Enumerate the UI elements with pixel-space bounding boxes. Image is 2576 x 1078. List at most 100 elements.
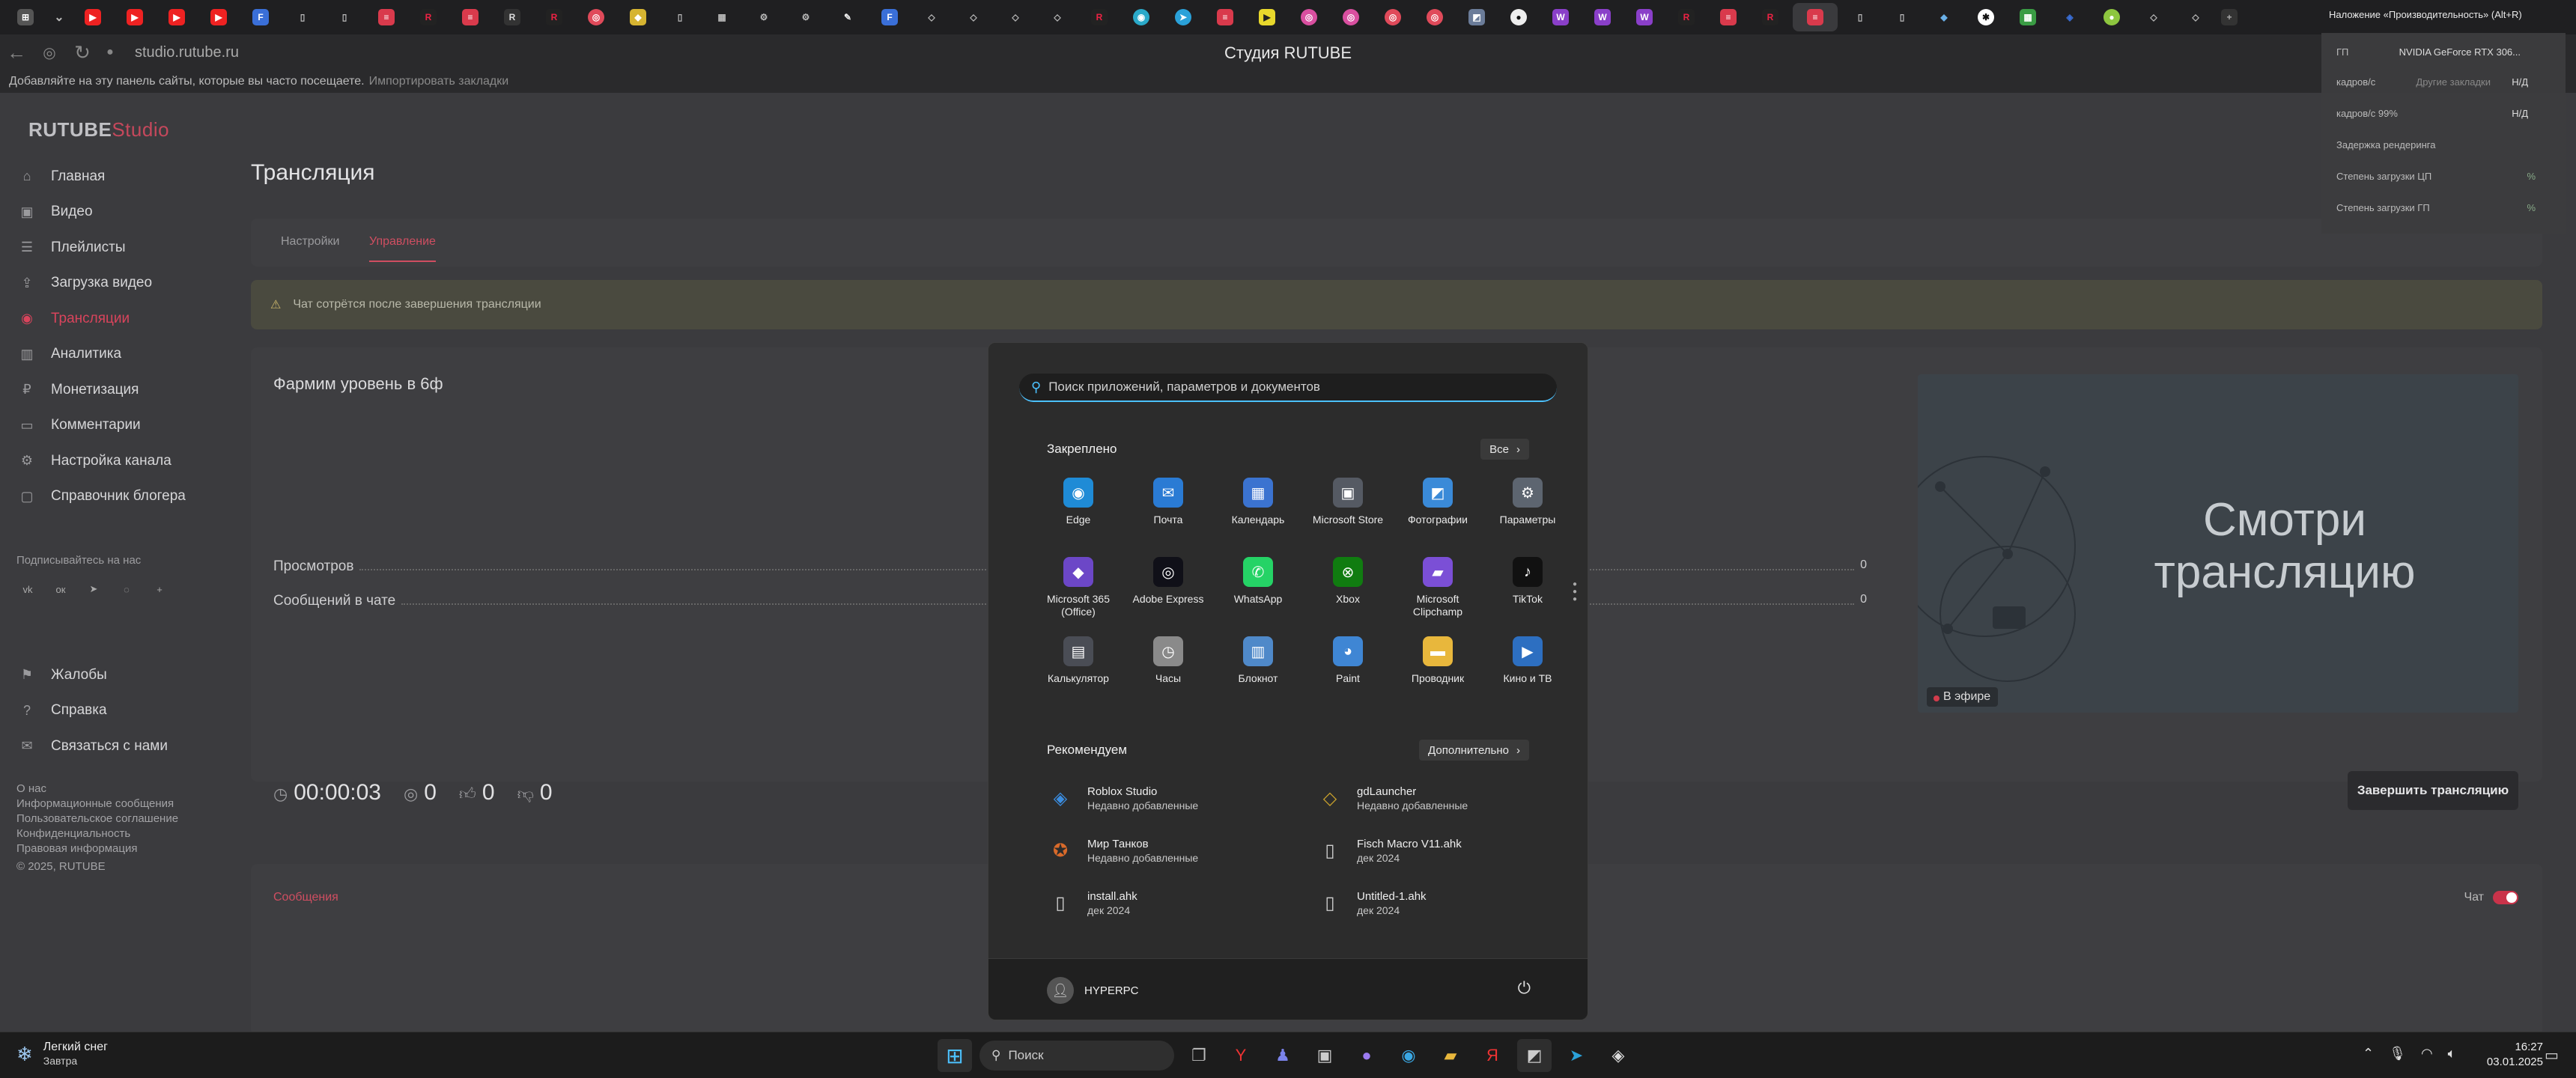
- sidebar-item-help[interactable]: ? Справка: [16, 693, 168, 729]
- edge-icon[interactable]: ◉: [1391, 1039, 1426, 1072]
- viber-icon[interactable]: ◌: [115, 578, 138, 600]
- pinned-app[interactable]: ▶ Кино и ТВ: [1483, 636, 1573, 699]
- taskbar-search[interactable]: ⚲ Поиск: [979, 1041, 1174, 1071]
- pinned-app[interactable]: ◎ Adobe Express: [1123, 557, 1213, 620]
- tab-site[interactable]: R: [1751, 3, 1790, 31]
- tab-page[interactable]: ▯: [1883, 3, 1922, 31]
- pinned-app[interactable]: ▣ Microsoft Store: [1303, 478, 1393, 540]
- tab-site[interactable]: ⚙: [786, 3, 825, 31]
- recommended-item[interactable]: ▯ Untitled-1.ahk дек 2024: [1315, 885, 1555, 921]
- tab-site[interactable]: ⚙: [744, 3, 783, 31]
- new-tab-button[interactable]: +: [2218, 3, 2241, 31]
- tab-site[interactable]: R: [493, 3, 532, 31]
- pinned-app[interactable]: ▰ Microsoft Clipchamp: [1393, 557, 1483, 620]
- clock[interactable]: 16:27 03.01.2025: [2476, 1040, 2543, 1070]
- start-search-input[interactable]: [1048, 380, 1528, 395]
- footer-link[interactable]: Правовая информация: [16, 841, 178, 856]
- recommended-item[interactable]: ◈ Roblox Studio Недавно добавленные: [1045, 780, 1315, 816]
- tab-site[interactable]: F: [870, 3, 909, 31]
- vk-icon[interactable]: vk: [16, 578, 39, 600]
- pinned-app[interactable]: ⚙ Параметры: [1483, 478, 1573, 540]
- end-stream-button[interactable]: Завершить трансляцию: [2348, 771, 2518, 810]
- tab-roblox[interactable]: ◇: [912, 3, 951, 31]
- workspace-button[interactable]: ⊞: [6, 3, 45, 31]
- tab-rutube[interactable]: ≡: [451, 3, 490, 31]
- reload-icon[interactable]: ↻: [66, 37, 99, 67]
- footer-link[interactable]: Информационные сообщения: [16, 797, 178, 811]
- sidebar-item-upload[interactable]: ⇪ Загрузка видео: [16, 266, 186, 302]
- tab-page[interactable]: ▯: [283, 3, 322, 31]
- yandex-browser-icon[interactable]: Y: [1224, 1039, 1258, 1072]
- tab-site[interactable]: ✱: [1966, 3, 2005, 31]
- tab-github[interactable]: ●: [1499, 3, 1538, 31]
- pinned-app[interactable]: ▬ Проводник: [1393, 636, 1483, 699]
- tab-rutube[interactable]: ≡: [367, 3, 406, 31]
- start-search[interactable]: ⚲: [1019, 374, 1557, 402]
- telegram-icon[interactable]: ➤: [82, 578, 105, 600]
- sidebar-item-blogger-guide[interactable]: ▢ Справочник блогера: [16, 479, 185, 515]
- tab-roblox[interactable]: ◇: [996, 3, 1035, 31]
- tab-rutube[interactable]: ≡: [1709, 3, 1748, 31]
- sidebar-item-comments[interactable]: ▭ Комментарии: [16, 408, 186, 444]
- store-icon[interactable]: ▣: [1307, 1039, 1342, 1072]
- tab-site[interactable]: ▦: [2008, 3, 2047, 31]
- tab-site[interactable]: ◉: [1122, 3, 1161, 31]
- stream-preview[interactable]: Смотри трансляцию В эфире: [1918, 374, 2518, 713]
- tab-roblox[interactable]: ◇: [1038, 3, 1077, 31]
- sidebar-item-video[interactable]: ▣ Видео: [16, 195, 186, 231]
- tab-site[interactable]: ◎: [1331, 3, 1370, 31]
- notification-icon[interactable]: ▭: [2545, 1046, 2559, 1065]
- more-icon[interactable]: +: [148, 578, 171, 600]
- import-bookmarks-link[interactable]: Импортировать закладки: [369, 75, 509, 88]
- url-text[interactable]: studio.rutube.ru: [135, 44, 239, 61]
- lock-icon[interactable]: ●: [99, 37, 121, 67]
- pinned-app[interactable]: ▤ Калькулятор: [1033, 636, 1123, 699]
- sidebar-item-broadcasts[interactable]: ◉ Трансляции: [16, 301, 186, 337]
- tab-site[interactable]: R: [409, 3, 448, 31]
- volume-icon[interactable]: 🔈︎: [2448, 1046, 2456, 1062]
- microphone-icon[interactable]: 🎙︎: [2389, 1046, 2406, 1062]
- power-icon[interactable]: ⏻: [1518, 978, 1531, 998]
- pinned-page-dots[interactable]: ● ● ●: [1573, 581, 1577, 603]
- tab-messages[interactable]: Сообщения: [273, 891, 338, 904]
- tab-site[interactable]: ◎: [1373, 3, 1412, 31]
- roblox-icon[interactable]: ◈: [1601, 1039, 1635, 1072]
- tab-site[interactable]: W: [1541, 3, 1580, 31]
- tab-site[interactable]: ◆: [619, 3, 657, 31]
- task-view-icon[interactable]: ❐: [1182, 1039, 1216, 1072]
- pinned-app[interactable]: ✆ WhatsApp: [1213, 557, 1303, 620]
- tab-list-button[interactable]: ⌄: [48, 3, 70, 31]
- file-explorer-icon[interactable]: ▰: [1433, 1039, 1468, 1072]
- tab-site[interactable]: ●: [2092, 3, 2131, 31]
- tab-site[interactable]: R: [535, 3, 574, 31]
- footer-link[interactable]: О нас: [16, 782, 178, 797]
- tab-site[interactable]: ◩: [1457, 3, 1496, 31]
- sidebar-item-playlists[interactable]: ☰ Плейлисты: [16, 230, 186, 266]
- tab-youtube[interactable]: ▶: [115, 3, 154, 31]
- tab-site[interactable]: R: [1080, 3, 1119, 31]
- tab-site[interactable]: ▦: [702, 3, 741, 31]
- sidebar-item-channel-settings[interactable]: ⚙ Настройка канала: [16, 443, 186, 479]
- tab-site[interactable]: ◎: [577, 3, 616, 31]
- tab-youtube[interactable]: ▶: [157, 3, 196, 31]
- tab-site[interactable]: ◈: [2050, 3, 2089, 31]
- tab-page[interactable]: ▯: [325, 3, 364, 31]
- tab-rutube[interactable]: ≡: [1206, 3, 1245, 31]
- teams-icon[interactable]: ♟: [1266, 1039, 1300, 1072]
- yandex-protect-icon[interactable]: ◎: [33, 37, 66, 67]
- windows-start-icon[interactable]: ⊞: [938, 1039, 972, 1072]
- tab-site[interactable]: ✎: [828, 3, 867, 31]
- pinned-app[interactable]: ♪ TikTok: [1483, 557, 1573, 620]
- back-icon[interactable]: ←: [0, 37, 33, 67]
- footer-link[interactable]: Пользовательское соглашение: [16, 811, 178, 826]
- recommended-item[interactable]: ◇ gdLauncher Недавно добавленные: [1315, 780, 1555, 816]
- weather-widget[interactable]: ❄ Легкий снег Завтра: [16, 1040, 108, 1068]
- app-icon[interactable]: ●: [1349, 1039, 1384, 1072]
- tab-roblox[interactable]: ◇: [2134, 3, 2173, 31]
- tab-site[interactable]: ◎: [1415, 3, 1454, 31]
- all-apps-button[interactable]: Все ›: [1480, 439, 1529, 460]
- rutube-studio-taskbar-icon[interactable]: ◩: [1517, 1039, 1552, 1072]
- ok-icon[interactable]: ок: [49, 578, 72, 600]
- more-button[interactable]: Дополнительно ›: [1419, 740, 1529, 761]
- tab-site[interactable]: ▶: [1248, 3, 1287, 31]
